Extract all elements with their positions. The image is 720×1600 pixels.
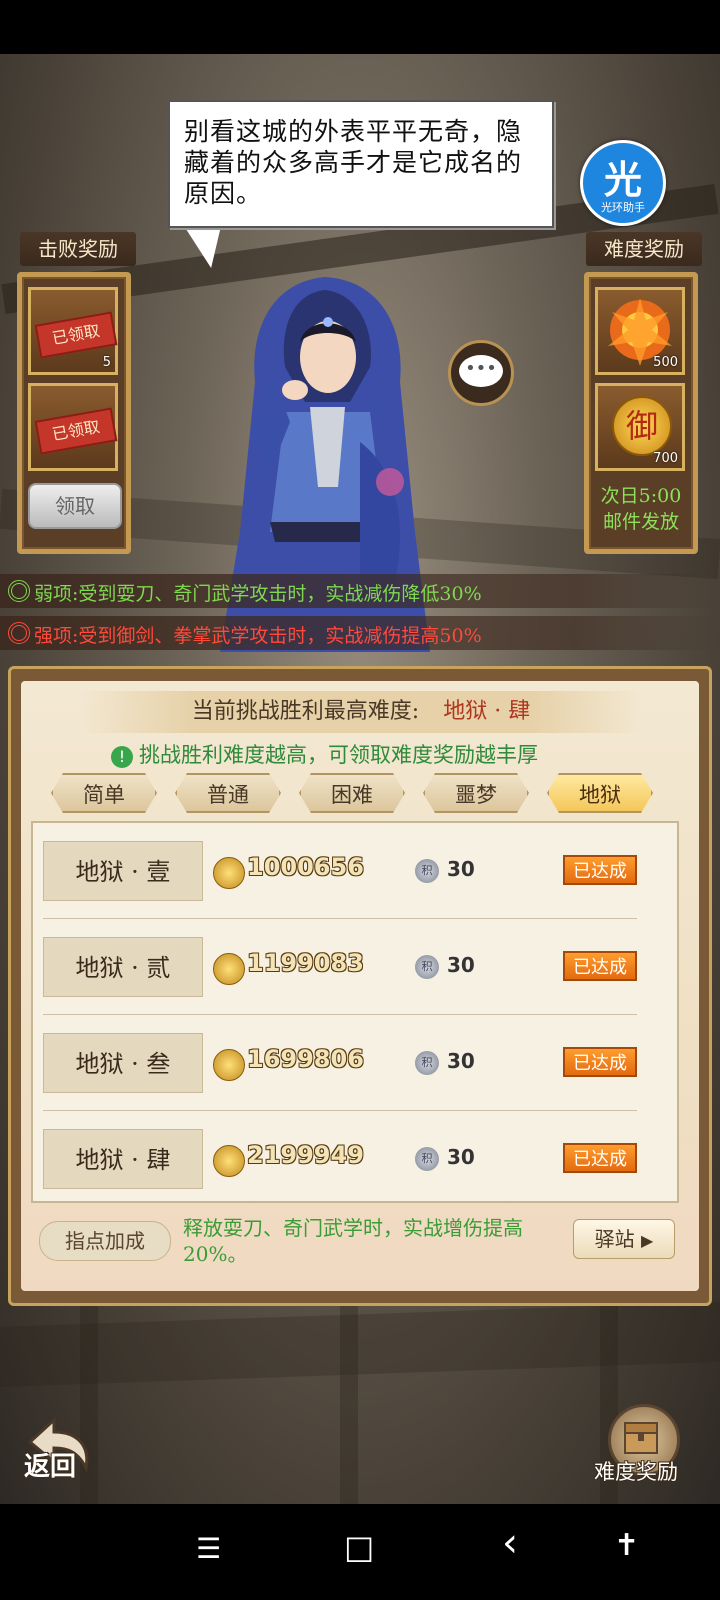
row-score: 1699806 (247, 1045, 364, 1073)
station-label: 驿站 (594, 1227, 635, 1251)
difficulty-reward-label[interactable]: 难度奖励 (594, 1456, 678, 1486)
row-points: 30 (447, 1049, 475, 1073)
tab-hard[interactable]: 困难 (299, 773, 405, 813)
row-points: 30 (447, 857, 475, 881)
challenge-panel: 当前挑战胜利最高难度: 地狱 · 肆 ! 挑战胜利难度越高，可领取难度奖励越丰厚 简… (8, 666, 712, 1306)
tab-nightmare[interactable]: 噩梦 (423, 773, 529, 813)
mail-note-line1: 次日5:00 (600, 485, 682, 507)
station-button[interactable]: 驿站 ▶ (573, 1219, 675, 1259)
difficulty-row: 地狱 · 壹 1000656 积 30 已达成 (33, 823, 677, 919)
row-points: 30 (447, 953, 475, 977)
row-score: 1000656 (247, 853, 364, 881)
coin-icon (213, 1145, 245, 1177)
chevron-right-icon: ▶ (641, 1231, 654, 1250)
row-level-name: 地狱 · 壹 (43, 841, 203, 901)
strength-icon (8, 622, 30, 644)
difficulty-row: 地狱 · 贰 1199083 积 30 已达成 (33, 919, 677, 1015)
row-level-name: 地狱 · 肆 (43, 1129, 203, 1189)
points-icon: 积 (415, 1051, 439, 1075)
row-status-badge: 已达成 (563, 1143, 637, 1173)
collect-button[interactable]: 领取 (28, 483, 122, 529)
tab-hell[interactable]: 地狱 (547, 773, 653, 813)
mail-note-line2: 邮件发放 (602, 511, 679, 533)
challenge-panel-inner: 当前挑战胜利最高难度: 地狱 · 肆 ! 挑战胜利难度越高，可领取难度奖励越丰厚 简… (21, 681, 699, 1291)
system-nav-bar: ☰ □ ‹ ✝ (0, 1504, 720, 1600)
row-status-badge: 已达成 (563, 951, 637, 981)
defeat-reward-slot-1[interactable]: 已领取 5 (28, 287, 118, 375)
item-count: 5 (102, 355, 111, 370)
claimed-stamp: 已领取 (34, 311, 118, 359)
back-label[interactable]: 返回 (24, 1446, 76, 1483)
difficulty-list: 地狱 · 壹 1000656 积 30 已达成 地狱 · 贰 1199083 积… (31, 821, 679, 1203)
row-score: 2199949 (247, 1141, 364, 1169)
difficulty-row: 地狱 · 肆 2199949 积 30 已达成 (33, 1111, 677, 1207)
row-level-name: 地狱 · 叁 (43, 1033, 203, 1093)
helper-button[interactable]: 光 光环助手 (580, 140, 666, 226)
defeat-reward-panel: 已领取 5 已领取 领取 (17, 272, 131, 554)
points-icon: 积 (415, 955, 439, 979)
difficulty-reward-title: 难度奖励 (586, 232, 702, 266)
points-icon: 积 (415, 1147, 439, 1171)
row-level-name: 地狱 · 贰 (43, 937, 203, 997)
max-difficulty-label: 当前挑战胜利最高难度: (191, 699, 420, 724)
difficulty-reward-slot-2[interactable]: 御 700 (595, 383, 685, 471)
helper-icon: 光 (603, 157, 642, 202)
helper-label: 光环助手 (601, 201, 645, 214)
tip-text: 挑战胜利难度越高，可领取难度奖励越丰厚 (139, 743, 538, 767)
points-icon: 积 (415, 859, 439, 883)
claimed-stamp: 已领取 (34, 407, 118, 455)
max-difficulty-header: 当前挑战胜利最高难度: 地狱 · 肆 (81, 691, 641, 733)
tab-normal[interactable]: 普通 (175, 773, 281, 813)
difficulty-tip: ! 挑战胜利难度越高，可领取难度奖励越丰厚 (111, 739, 538, 769)
speech-bubble: 别看这城的外表平平无奇，隐藏着的众多高手才是它成名的原因。 (168, 100, 554, 228)
row-status-badge: 已达成 (563, 855, 637, 885)
back-icon[interactable]: ‹ (502, 1520, 518, 1566)
accessibility-icon[interactable]: ✝ (614, 1528, 639, 1563)
strength-row: 强项:受到御剑、拳掌武学攻击时，实战减伤提高50% (0, 616, 720, 650)
tab-easy[interactable]: 简单 (51, 773, 157, 813)
guidance-bonus-label: 指点加成 (39, 1221, 171, 1261)
royal-seal-icon: 御 (612, 396, 672, 456)
item-count: 500 (653, 355, 678, 370)
item-count: 700 (653, 451, 678, 466)
home-icon[interactable]: □ (344, 1528, 374, 1566)
guidance-bonus-text: 释放耍刀、奇门武学时，实战增伤提高20%。 (183, 1216, 523, 1266)
chat-button[interactable]: ••• (448, 340, 514, 406)
row-status-badge: 已达成 (563, 1047, 637, 1077)
difficulty-reward-panel: 500 御 700 次日5:00 邮件发放 (584, 272, 698, 554)
defeat-reward-title: 击败奖励 (20, 232, 136, 266)
max-difficulty-value: 地狱 · 肆 (443, 699, 531, 724)
status-bar (0, 0, 720, 54)
weakness-text: 弱项:受到耍刀、奇门武学攻击时，实战减伤降低30% (34, 583, 482, 605)
coin-icon (213, 1049, 245, 1081)
coin-icon (213, 953, 245, 985)
chat-bubble-icon: ••• (459, 355, 503, 387)
row-score: 1199083 (247, 949, 364, 977)
seal-glyph: 御 (625, 407, 658, 445)
defeat-reward-slot-2[interactable]: 已领取 (28, 383, 118, 471)
weakness-icon (8, 580, 30, 602)
coin-icon (213, 857, 245, 889)
row-points: 30 (447, 1145, 475, 1169)
difficulty-reward-slot-1[interactable]: 500 (595, 287, 685, 375)
menu-icon[interactable]: ☰ (196, 1532, 221, 1565)
exclamation-icon: ! (111, 745, 133, 768)
difficulty-row: 地狱 · 叁 1699806 积 30 已达成 (33, 1015, 677, 1111)
weakness-row: 弱项:受到耍刀、奇门武学攻击时，实战减伤降低30% (0, 574, 720, 608)
dialogue-text: 别看这城的外表平平无奇，隐藏着的众多高手才是它成名的原因。 (184, 117, 523, 208)
strength-text: 强项:受到御剑、拳掌武学攻击时，实战减伤提高50% (34, 625, 482, 647)
